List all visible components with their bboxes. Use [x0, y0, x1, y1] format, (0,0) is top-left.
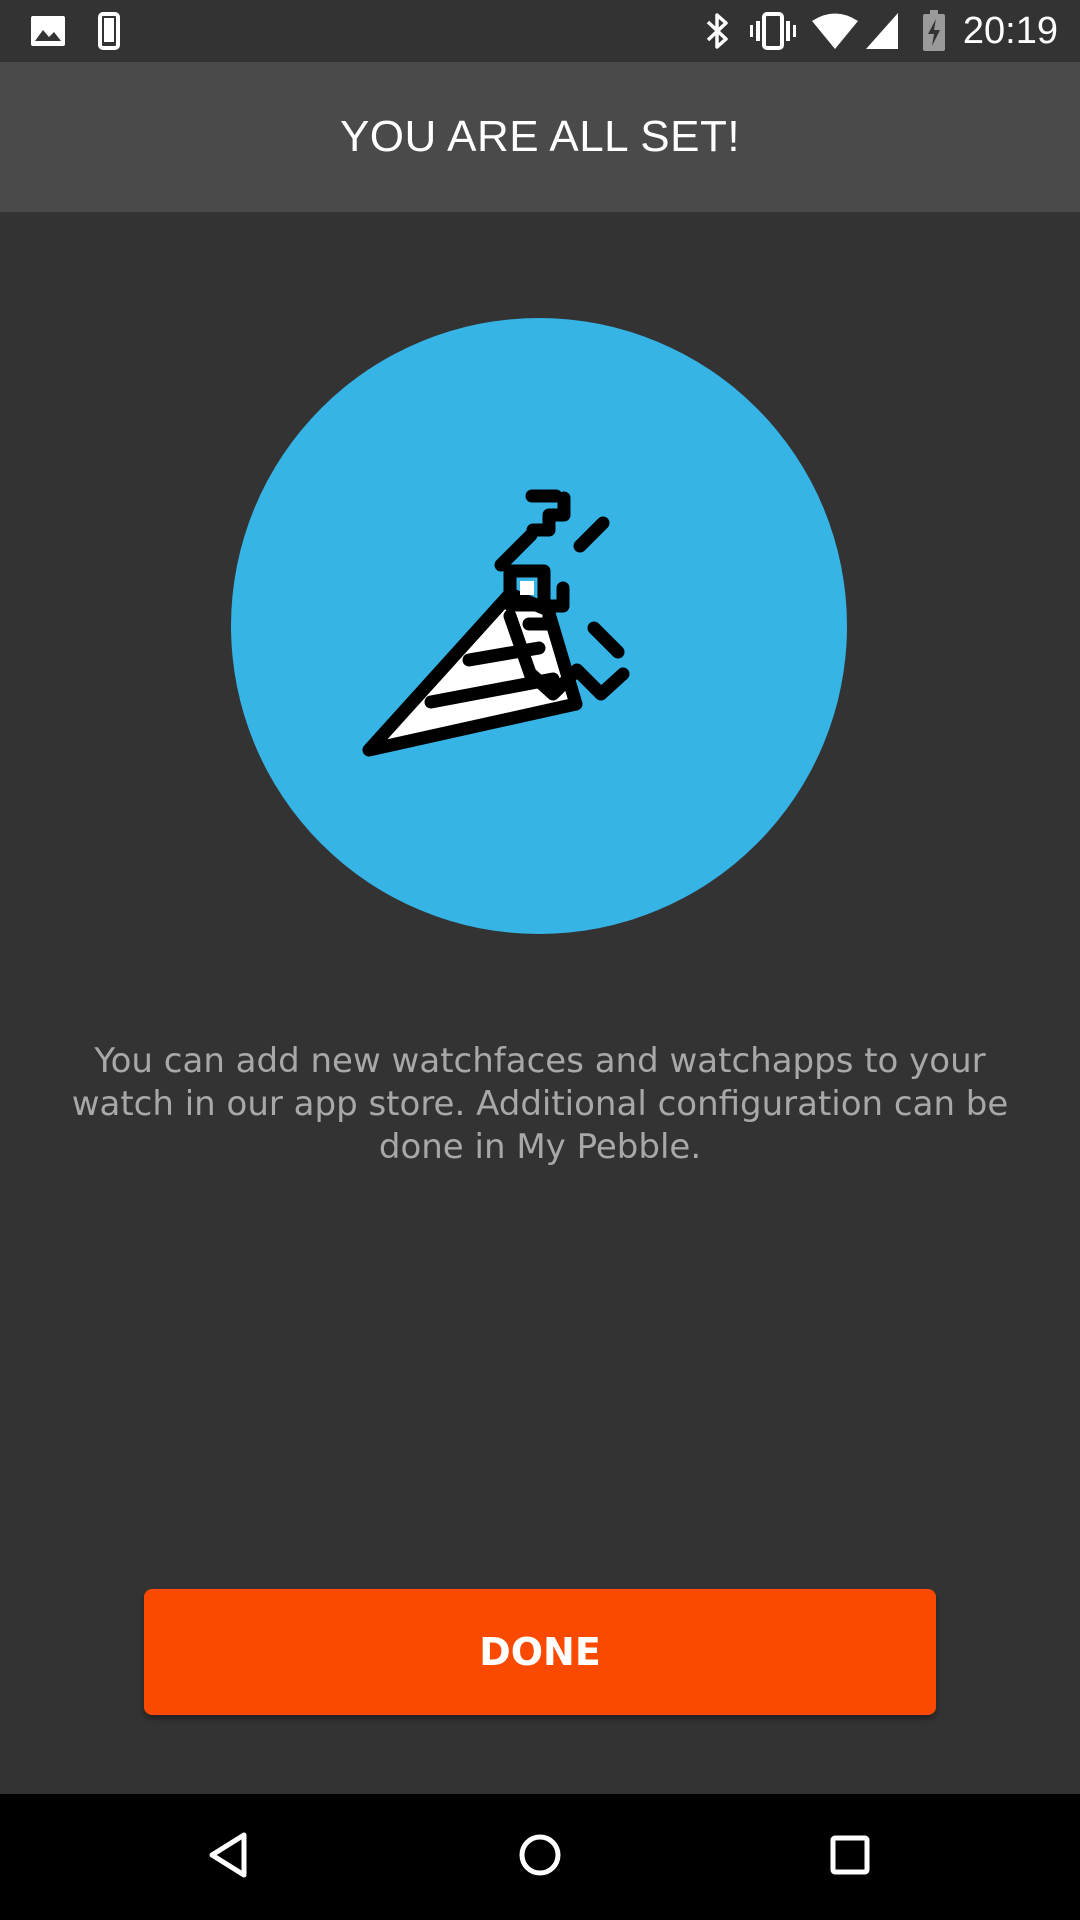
vibrate-icon — [748, 0, 798, 62]
page-title: YOU ARE ALL SET! — [339, 112, 741, 161]
app-bar: YOU ARE ALL SET! — [0, 62, 1080, 212]
status-bar: 20:19 — [0, 0, 1080, 62]
description-text: You can add new watchfaces and watchapps… — [71, 1041, 1009, 1167]
home-button[interactable] — [460, 1794, 620, 1920]
screen: 20:19 YOU ARE ALL SET! You can add new w… — [0, 0, 1080, 1920]
hero-illustration — [231, 318, 847, 934]
wifi-icon — [810, 0, 860, 62]
back-button[interactable] — [148, 1794, 308, 1920]
image-icon — [28, 0, 68, 62]
phone-icon — [96, 0, 122, 62]
party-popper-icon — [362, 489, 630, 757]
recents-icon — [830, 1835, 870, 1879]
recents-button[interactable] — [770, 1794, 930, 1920]
done-button[interactable]: DONE — [144, 1589, 936, 1715]
bluetooth-icon — [700, 0, 736, 62]
status-time: 20:19 — [962, 10, 1058, 52]
battery-charging-icon — [920, 0, 948, 62]
home-icon — [518, 1833, 562, 1881]
signal-icon — [864, 0, 900, 62]
navigation-bar — [0, 1794, 1080, 1920]
back-icon — [206, 1831, 250, 1883]
